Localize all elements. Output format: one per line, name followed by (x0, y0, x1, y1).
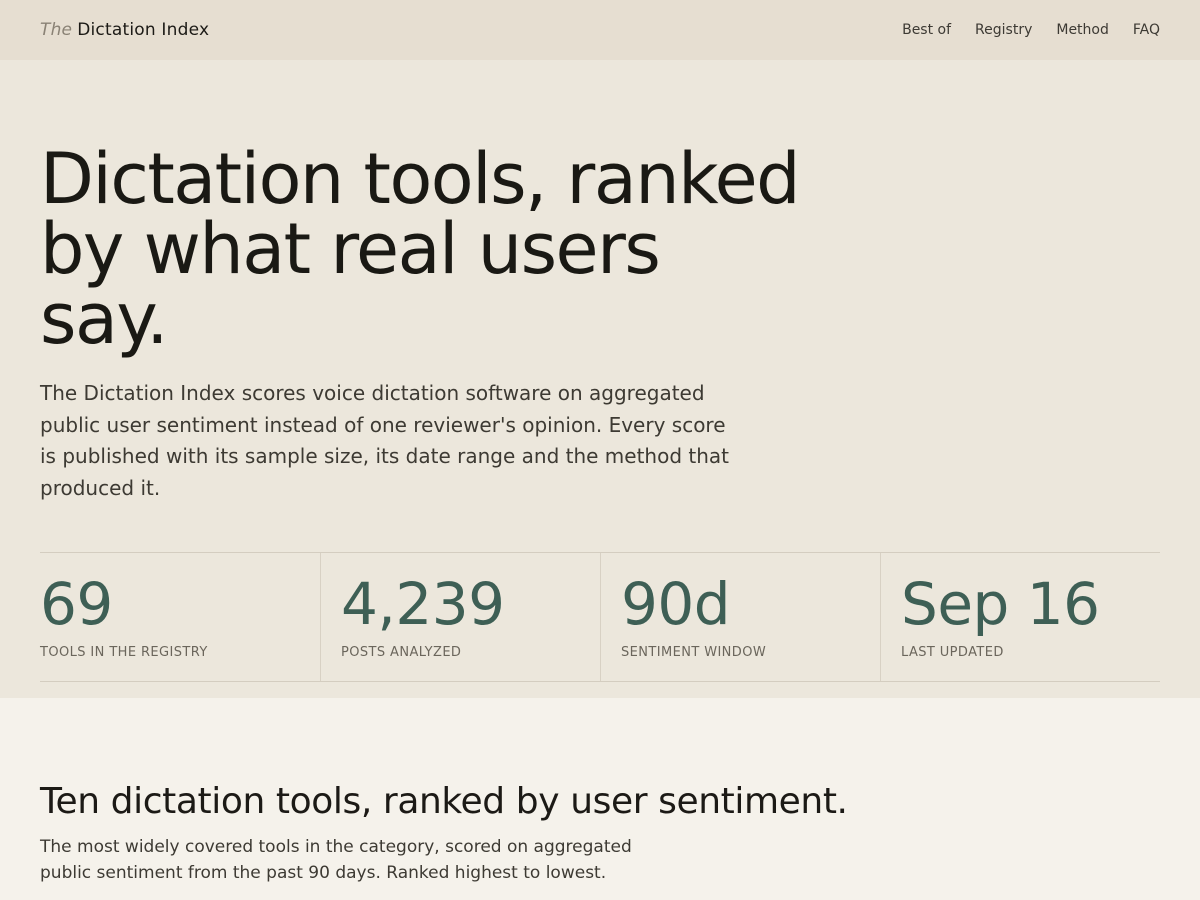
stat-posts: 4,239 POSTS ANALYZED (320, 553, 600, 681)
stat-value: 4,239 (341, 570, 505, 638)
stat-label: LAST UPDATED (901, 645, 1004, 660)
nav-registry[interactable]: Registry (975, 22, 1032, 38)
stat-value: Sep 16 (901, 570, 1100, 638)
stat-value: 69 (40, 570, 113, 638)
top-bar: The Dictation Index Best of Registry Meth… (0, 0, 1200, 60)
stat-window: 90d SENTIMENT WINDOW (600, 553, 880, 681)
site-logo[interactable]: The Dictation Index (40, 20, 209, 40)
stat-tools: 69 TOOLS IN THE REGISTRY (40, 553, 320, 681)
stat-label: TOOLS IN THE REGISTRY (40, 645, 208, 660)
brand-name: Dictation Index (77, 20, 210, 40)
hero-title: Dictation tools, ranked by what real use… (40, 144, 801, 354)
stat-updated: Sep 16 LAST UPDATED (880, 553, 1160, 681)
brand-the: The (40, 20, 73, 40)
ranking-lead: The most widely covered tools in the cat… (40, 837, 632, 883)
nav-method[interactable]: Method (1056, 22, 1109, 38)
stat-value: 90d (621, 570, 731, 638)
hero-section: Dictation tools, ranked by what real use… (0, 60, 1200, 698)
ranking-title: Ten dictation tools, ranked by user sent… (40, 781, 848, 822)
main-nav: Best of Registry Method FAQ (902, 22, 1160, 38)
hero-lead: The Dictation Index scores voice dictati… (40, 381, 730, 500)
stats-strip: 69 TOOLS IN THE REGISTRY 4,239 POSTS ANA… (40, 552, 1160, 682)
nav-faq[interactable]: FAQ (1133, 22, 1160, 38)
stat-label: SENTIMENT WINDOW (621, 645, 767, 660)
hero-title-line-2: by what real users say. (40, 208, 661, 360)
ranking-section: Ten dictation tools, ranked by user sent… (0, 698, 1200, 900)
nav-best-of[interactable]: Best of (902, 22, 951, 38)
stat-label: POSTS ANALYZED (341, 645, 462, 660)
